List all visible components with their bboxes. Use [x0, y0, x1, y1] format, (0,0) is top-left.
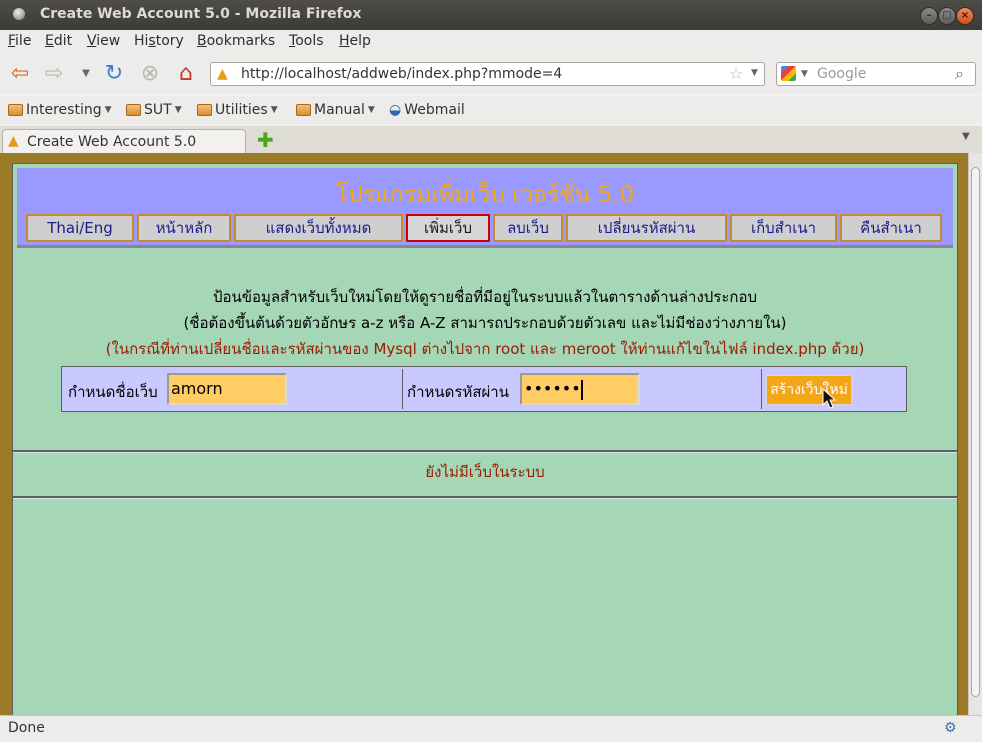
- page-title: โปรแกรมเพิ่มเว็บ เวอร์ชั่น 5.0: [335, 182, 635, 208]
- bookmark-folder-utilities[interactable]: Utilities ▼: [197, 102, 278, 118]
- window-title: Create Web Account 5.0 - Mozilla Firefox: [40, 6, 362, 22]
- password-input[interactable]: ••••••: [520, 373, 640, 405]
- folder-icon: [197, 104, 212, 116]
- nav-home[interactable]: หน้าหลัก: [137, 214, 231, 242]
- menu-file[interactable]: File: [8, 33, 31, 49]
- bookmark-webmail[interactable]: ◒ Webmail: [389, 102, 465, 118]
- search-icon[interactable]: ⌕: [955, 64, 964, 84]
- page-nav: Thai/Eng หน้าหลัก แสดงเว็บทั้งหมด เพิ่มเ…: [26, 214, 950, 244]
- password-mask: ••••••: [524, 379, 581, 398]
- maximize-icon[interactable]: □: [938, 7, 956, 25]
- tab-favicon-icon: ▲: [8, 133, 19, 149]
- bookmark-folder-sut[interactable]: SUT ▼: [126, 102, 182, 118]
- close-icon[interactable]: ×: [956, 7, 974, 25]
- status-text: Done: [8, 720, 45, 736]
- divider: [402, 369, 403, 409]
- folder-icon: [126, 104, 141, 116]
- page-content: โปรแกรมเพิ่มเว็บ เวอร์ชั่น 5.0 Thai/Eng …: [0, 153, 968, 715]
- mouse-cursor-icon: [822, 387, 837, 409]
- nav-show-all-sites[interactable]: แสดงเว็บทั้งหมด: [234, 214, 403, 242]
- url-text: http://localhost/addweb/index.php?mmode=…: [241, 66, 563, 82]
- create-site-button[interactable]: สร้างเว็บใหม่: [766, 375, 852, 405]
- folder-icon: [8, 104, 23, 116]
- vertical-scrollbar[interactable]: [968, 153, 982, 715]
- menu-bookmarks[interactable]: Bookmarks: [197, 33, 275, 49]
- new-tab-icon[interactable]: ✚: [257, 130, 274, 150]
- nav-change-password[interactable]: เปลี่ยนรหัสผ่าน: [566, 214, 727, 242]
- history-dropdown-icon[interactable]: ▼: [74, 62, 98, 86]
- instructions: ป้อนข้อมูลสำหรับเว็บใหม่โดยให้ดูรายชื่อท…: [17, 284, 953, 362]
- site-name-label: กำหนดชื่อเว็บ: [68, 383, 158, 401]
- chevron-down-icon: ▼: [174, 105, 182, 115]
- instruction-line: ป้อนข้อมูลสำหรับเว็บใหม่โดยให้ดูรายชื่อท…: [212, 288, 758, 306]
- addon-icon[interactable]: ⚙: [944, 720, 957, 736]
- home-icon[interactable]: ⌂: [174, 62, 198, 86]
- page-header: โปรแกรมเพิ่มเว็บ เวอร์ชั่น 5.0 Thai/Eng …: [17, 168, 953, 248]
- window-menu-icon[interactable]: [13, 8, 25, 20]
- instruction-line: (ชื่อต้องขึ้นต้นด้วยตัวอักษร a-z หรือ A-…: [183, 314, 787, 332]
- forward-icon[interactable]: ⇨: [42, 62, 66, 86]
- menu-help[interactable]: Help: [339, 33, 371, 49]
- site-icon: ▲: [217, 66, 228, 82]
- minimize-icon[interactable]: –: [920, 7, 938, 25]
- tab-list-icon[interactable]: ▼: [962, 131, 970, 142]
- webmail-icon: ◒: [389, 102, 402, 118]
- add-site-form: กำหนดชื่อเว็บ amorn กำหนดรหัสผ่าน ••••••…: [61, 366, 907, 412]
- tab-create-web-account[interactable]: ▲ Create Web Account 5.0: [2, 129, 246, 153]
- no-sites-message: ยังไม่มีเว็บในระบบ: [425, 463, 545, 481]
- bookmark-star-icon[interactable]: ☆: [729, 64, 743, 83]
- bookmark-folder-manual[interactable]: Manual ▼: [296, 102, 375, 118]
- stop-icon[interactable]: ⊗: [138, 62, 162, 86]
- back-icon[interactable]: ⇦: [8, 62, 32, 86]
- divider: [13, 496, 957, 499]
- search-input[interactable]: Google: [817, 66, 866, 82]
- folder-icon: [296, 104, 311, 116]
- warning-line: (ในกรณีที่ท่านเปลี่ยนชื่อและรหัสผ่านของ …: [105, 340, 865, 358]
- chevron-down-icon: ▼: [367, 105, 375, 115]
- password-label: กำหนดรหัสผ่าน: [407, 383, 509, 401]
- divider: [761, 369, 762, 409]
- nav-backup[interactable]: เก็บสำเนา: [730, 214, 837, 242]
- nav-add-site[interactable]: เพิ่มเว็บ: [406, 214, 490, 242]
- main-panel: โปรแกรมเพิ่มเว็บ เวอร์ชั่น 5.0 Thai/Eng …: [12, 163, 958, 715]
- search-bar[interactable]: ▼ Google ⌕: [776, 62, 976, 86]
- chevron-down-icon: ▼: [270, 105, 278, 115]
- scrollbar-thumb[interactable]: [971, 167, 980, 697]
- bookmarks-toolbar: Interesting ▼ SUT ▼ Utilities ▼ Manual ▼…: [0, 96, 982, 124]
- bookmark-folder-interesting[interactable]: Interesting ▼: [8, 102, 112, 118]
- chevron-down-icon: ▼: [104, 105, 112, 115]
- menu-tools[interactable]: Tools: [289, 33, 324, 49]
- divider: [13, 450, 957, 453]
- nav-delete-site[interactable]: ลบเว็บ: [493, 214, 563, 242]
- reload-icon[interactable]: ↻: [102, 62, 126, 86]
- menu-view[interactable]: View: [87, 33, 120, 49]
- url-dropdown-icon[interactable]: ▼: [751, 68, 758, 78]
- nav-restore[interactable]: คืนสำเนา: [840, 214, 942, 242]
- url-bar[interactable]: ▲ http://localhost/addweb/index.php?mmod…: [210, 62, 765, 86]
- menubar: File Edit View History Bookmarks Tools H…: [0, 30, 982, 54]
- text-cursor: [580, 379, 583, 400]
- status-bar: Done ⚙: [0, 715, 982, 742]
- search-engine-icon[interactable]: [781, 66, 796, 81]
- window-titlebar: Create Web Account 5.0 - Mozilla Firefox…: [0, 0, 982, 30]
- tab-strip: ▲ Create Web Account 5.0 ▼: [0, 126, 982, 154]
- site-name-input[interactable]: amorn: [167, 373, 287, 405]
- menu-edit[interactable]: Edit: [45, 33, 72, 49]
- menu-history[interactable]: History: [134, 33, 184, 49]
- nav-thai-eng[interactable]: Thai/Eng: [26, 214, 134, 242]
- search-engine-dropdown-icon[interactable]: ▼: [801, 69, 808, 79]
